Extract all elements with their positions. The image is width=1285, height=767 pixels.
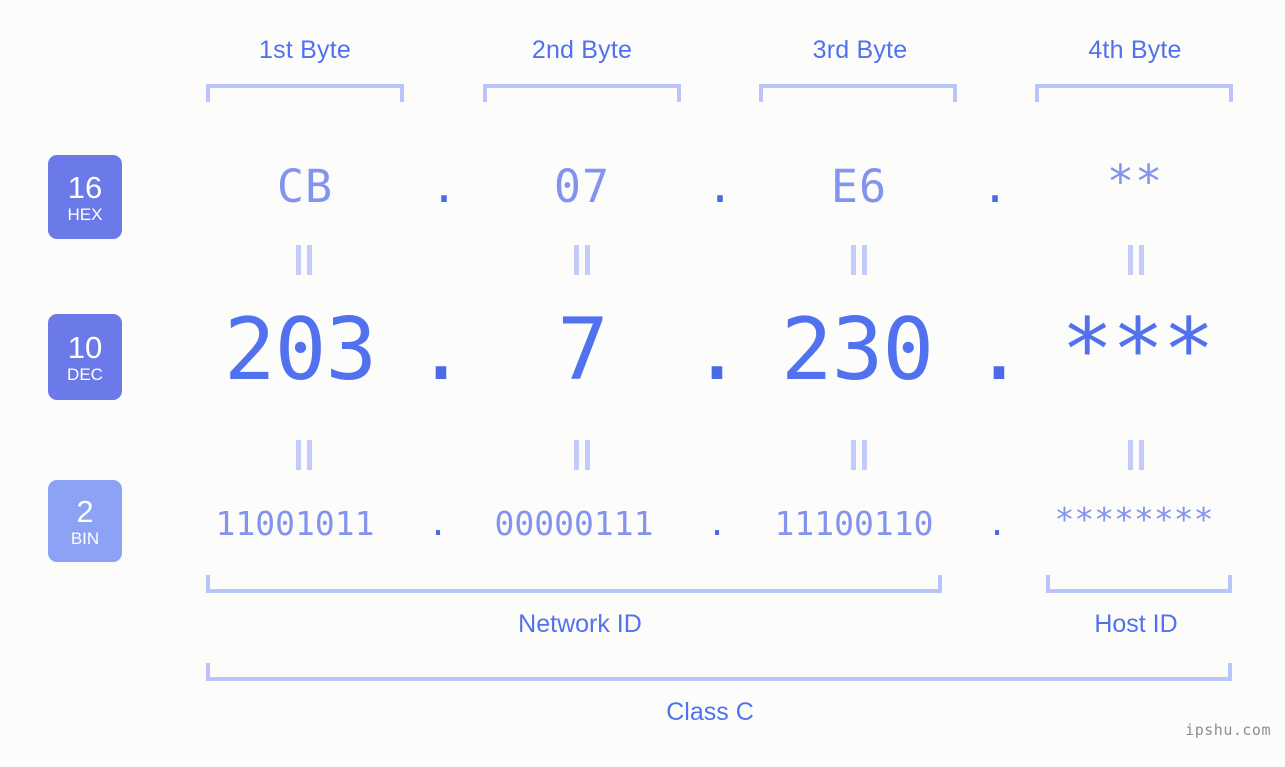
dec-separator-1: . <box>415 300 467 400</box>
radix-badge-hex-number: 16 <box>67 169 103 205</box>
equals-mark-dec-bin-3 <box>848 440 870 470</box>
radix-badge-bin-number: 2 <box>76 493 94 529</box>
equals-mark-dec-bin-1 <box>293 440 315 470</box>
hex-separator-1: . <box>430 160 458 213</box>
equals-mark-dec-bin-2 <box>571 440 593 470</box>
byte-bracket-1 <box>206 84 404 102</box>
equals-mark-dec-bin-4 <box>1125 440 1147 470</box>
hex-byte-2: 07 <box>553 160 611 213</box>
dec-byte-2: 7 <box>557 300 609 400</box>
bin-byte-1: 11001011 <box>215 504 375 543</box>
hex-separator-3: . <box>981 160 1009 213</box>
radix-badge-dec-system: DEC <box>67 364 103 384</box>
radix-badge-bin-system: BIN <box>70 528 100 548</box>
site-watermark: ipshu.com <box>1185 721 1271 739</box>
hex-byte-3: E6 <box>830 160 888 213</box>
byte-bracket-2 <box>483 84 681 102</box>
dec-separator-3: . <box>973 300 1025 400</box>
bin-separator-2: . <box>707 504 727 543</box>
byte-header-2: 2nd Byte <box>531 36 633 64</box>
byte-header-3: 3rd Byte <box>812 36 908 64</box>
hex-byte-4: ** <box>1106 155 1164 208</box>
byte-bracket-4 <box>1035 84 1233 102</box>
radix-badge-dec-number: 10 <box>67 329 103 365</box>
ip-address-breakdown-diagram: 1st Byte 2nd Byte 3rd Byte 4th Byte 16 H… <box>0 0 1285 767</box>
class-label: Class C <box>666 698 754 726</box>
byte-header-1: 1st Byte <box>259 36 351 64</box>
radix-badge-dec: 10 DEC <box>48 314 122 400</box>
equals-mark-hex-dec-3 <box>848 245 870 275</box>
hex-separator-2: . <box>706 160 734 213</box>
network-id-label: Network ID <box>518 610 642 638</box>
radix-badge-hex: 16 HEX <box>48 155 122 239</box>
bin-byte-2: 00000111 <box>494 504 654 543</box>
radix-badge-hex-system: HEX <box>67 204 103 224</box>
equals-mark-hex-dec-2 <box>571 245 593 275</box>
dec-separator-2: . <box>691 300 743 400</box>
byte-bracket-3 <box>759 84 957 102</box>
equals-mark-hex-dec-1 <box>293 245 315 275</box>
bin-byte-3: 11100110 <box>774 504 934 543</box>
dec-byte-4: *** <box>1061 300 1214 400</box>
hex-byte-1: CB <box>276 160 334 213</box>
equals-mark-hex-dec-4 <box>1125 245 1147 275</box>
network-id-bracket <box>206 575 942 593</box>
host-id-bracket <box>1046 575 1232 593</box>
bin-separator-1: . <box>428 504 448 543</box>
dec-byte-3: 230 <box>780 300 934 400</box>
radix-badge-bin: 2 BIN <box>48 480 122 562</box>
class-bracket <box>206 663 1232 681</box>
host-id-label: Host ID <box>1094 610 1178 638</box>
dec-byte-1: 203 <box>223 300 377 400</box>
byte-header-4: 4th Byte <box>1088 36 1182 64</box>
bin-byte-4: ******** <box>1054 500 1214 539</box>
bin-separator-3: . <box>987 504 1007 543</box>
